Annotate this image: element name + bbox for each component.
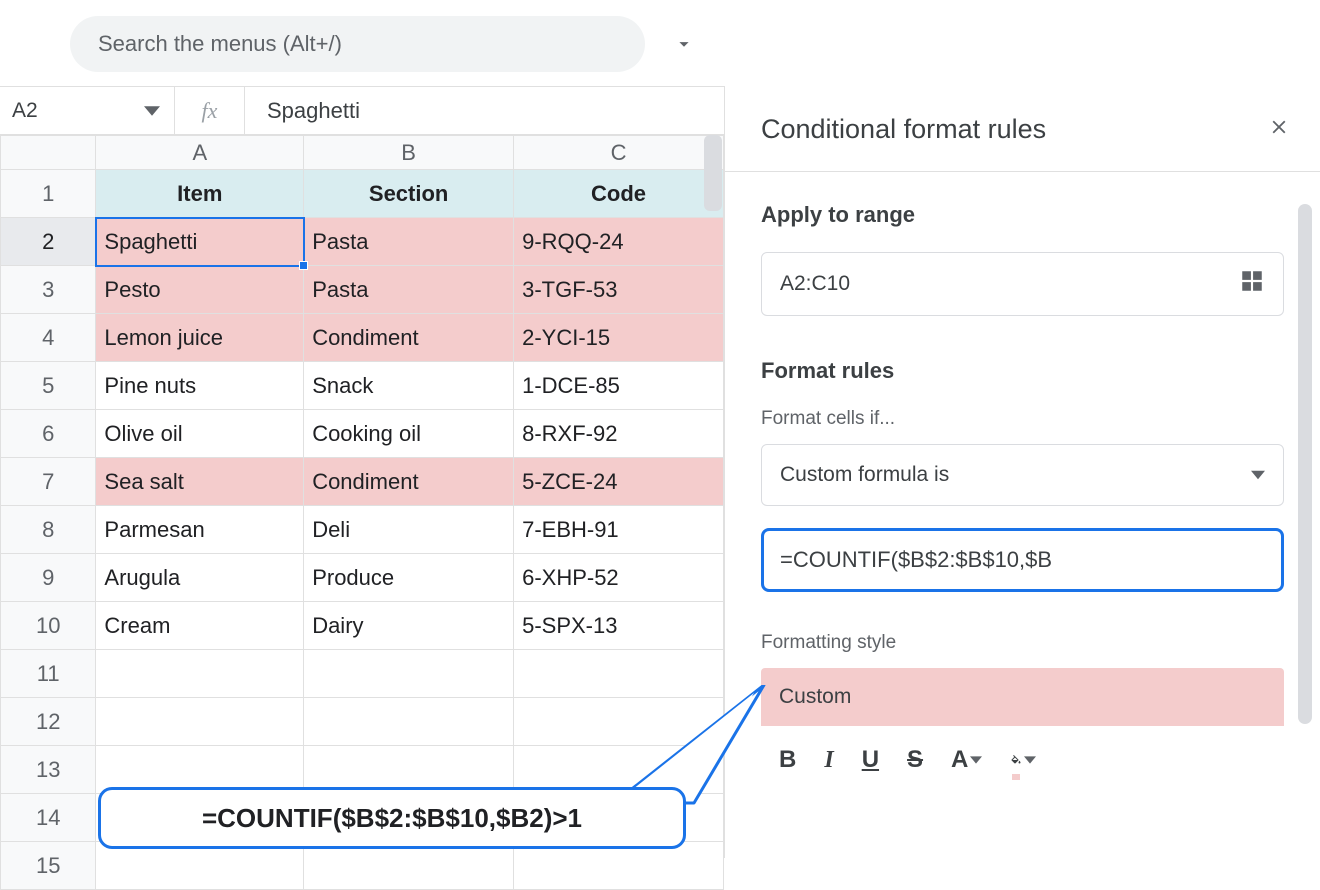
cell[interactable]: 3-TGF-53 bbox=[514, 266, 724, 314]
table-header-cell[interactable]: Code bbox=[514, 170, 724, 218]
cell[interactable]: Lemon juice bbox=[96, 314, 304, 362]
chevron-down-icon bbox=[1251, 468, 1265, 482]
fill-color-swatch bbox=[1012, 774, 1020, 780]
row-header[interactable]: 5 bbox=[1, 362, 96, 410]
text-color-button[interactable]: A bbox=[951, 746, 982, 774]
cell[interactable]: 5-SPX-13 bbox=[514, 602, 724, 650]
custom-formula-value: =COUNTIF($B$2:$B$10,$B bbox=[780, 547, 1052, 573]
cell[interactable] bbox=[96, 698, 304, 746]
row-header[interactable]: 12 bbox=[1, 698, 96, 746]
table-header-cell[interactable]: Item bbox=[96, 170, 304, 218]
cell[interactable]: Sea salt bbox=[96, 458, 304, 506]
menu-search[interactable]: Search the menus (Alt+/) bbox=[70, 16, 645, 72]
cell[interactable]: Pesto bbox=[96, 266, 304, 314]
apply-range-label: Apply to range bbox=[761, 202, 1284, 228]
row-header[interactable]: 8 bbox=[1, 506, 96, 554]
strikethrough-button[interactable]: S bbox=[907, 746, 923, 774]
row-header[interactable]: 10 bbox=[1, 602, 96, 650]
italic-button[interactable]: I bbox=[824, 747, 833, 774]
select-range-button[interactable] bbox=[1239, 268, 1265, 300]
cell[interactable] bbox=[304, 650, 514, 698]
apply-range-value: A2:C10 bbox=[780, 272, 850, 296]
chevron-down-icon bbox=[144, 103, 160, 119]
close-icon bbox=[1268, 116, 1290, 138]
row-header[interactable]: 3 bbox=[1, 266, 96, 314]
condition-value: Custom formula is bbox=[780, 463, 949, 487]
formatting-style-label: Formatting style bbox=[761, 632, 1284, 654]
row-header[interactable]: 4 bbox=[1, 314, 96, 362]
col-header-B[interactable]: B bbox=[304, 136, 514, 170]
custom-formula-input[interactable]: =COUNTIF($B$2:$B$10,$B bbox=[761, 528, 1284, 592]
formula-bar: A2 fx Spaghetti bbox=[0, 87, 724, 135]
grid-icon bbox=[1239, 268, 1265, 294]
cell[interactable]: Pasta bbox=[304, 218, 514, 266]
cell[interactable]: Condiment bbox=[304, 458, 514, 506]
row-header[interactable]: 1 bbox=[1, 170, 96, 218]
panel-title: Conditional format rules bbox=[761, 114, 1046, 145]
close-panel-button[interactable] bbox=[1268, 116, 1290, 143]
name-box[interactable]: A2 bbox=[0, 87, 175, 134]
cell[interactable]: 5-ZCE-24 bbox=[514, 458, 724, 506]
fill-color-button[interactable] bbox=[1010, 746, 1036, 774]
formula-input[interactable]: Spaghetti bbox=[245, 98, 724, 124]
style-preview[interactable]: Custom bbox=[761, 668, 1284, 726]
cell[interactable]: Olive oil bbox=[96, 410, 304, 458]
cell[interactable] bbox=[304, 698, 514, 746]
row-header[interactable]: 6 bbox=[1, 410, 96, 458]
cell[interactable]: Parmesan bbox=[96, 506, 304, 554]
col-header-A[interactable]: A bbox=[96, 136, 304, 170]
cell[interactable]: 6-XHP-52 bbox=[514, 554, 724, 602]
chevron-down-icon bbox=[970, 754, 982, 766]
cell[interactable]: 7-EBH-91 bbox=[514, 506, 724, 554]
cell[interactable]: Pasta bbox=[304, 266, 514, 314]
bold-button[interactable]: B bbox=[779, 746, 796, 774]
row-header[interactable]: 15 bbox=[1, 842, 96, 890]
name-box-value: A2 bbox=[12, 99, 38, 123]
conditional-format-panel: Conditional format rules Apply to range … bbox=[724, 86, 1320, 858]
cell[interactable] bbox=[96, 650, 304, 698]
cell[interactable]: Cream bbox=[96, 602, 304, 650]
row-header[interactable]: 14 bbox=[1, 794, 96, 842]
format-cells-if-label: Format cells if... bbox=[761, 408, 1284, 430]
chevron-down-icon bbox=[673, 33, 695, 55]
row-header[interactable]: 9 bbox=[1, 554, 96, 602]
text-color-label: A bbox=[951, 746, 968, 774]
format-rules-label: Format rules bbox=[761, 358, 1284, 384]
callout-text: =COUNTIF($B$2:$B$10,$B2)>1 bbox=[202, 803, 582, 834]
vertical-scrollbar[interactable] bbox=[704, 135, 722, 211]
style-toolbar: B I U S A bbox=[761, 732, 1284, 774]
cell[interactable]: Snack bbox=[304, 362, 514, 410]
panel-scrollbar[interactable] bbox=[1298, 204, 1312, 724]
cell[interactable]: 8-RXF-92 bbox=[514, 410, 724, 458]
row-header[interactable]: 11 bbox=[1, 650, 96, 698]
cell[interactable]: Pine nuts bbox=[96, 362, 304, 410]
row-header[interactable]: 13 bbox=[1, 746, 96, 794]
condition-select[interactable]: Custom formula is bbox=[761, 444, 1284, 506]
row-header[interactable]: 7 bbox=[1, 458, 96, 506]
cell[interactable]: 9-RQQ-24 bbox=[514, 218, 724, 266]
cell[interactable]: Deli bbox=[304, 506, 514, 554]
style-preview-text: Custom bbox=[779, 685, 851, 709]
cell[interactable]: Cooking oil bbox=[304, 410, 514, 458]
apply-range-input[interactable]: A2:C10 bbox=[761, 252, 1284, 316]
col-header-C[interactable]: C bbox=[514, 136, 724, 170]
cell[interactable]: Produce bbox=[304, 554, 514, 602]
formula-callout: =COUNTIF($B$2:$B$10,$B2)>1 bbox=[98, 787, 686, 849]
chevron-down-icon bbox=[1024, 754, 1036, 766]
cell[interactable]: Spaghetti bbox=[96, 218, 304, 266]
menu-search-dropdown[interactable] bbox=[661, 21, 707, 67]
table-header-cell[interactable]: Section bbox=[304, 170, 514, 218]
menu-search-placeholder: Search the menus (Alt+/) bbox=[98, 31, 342, 57]
fill-color-icon bbox=[1010, 755, 1022, 767]
cell[interactable]: Dairy bbox=[304, 602, 514, 650]
fx-label: fx bbox=[175, 87, 245, 134]
cell[interactable]: 1-DCE-85 bbox=[514, 362, 724, 410]
cell[interactable]: Arugula bbox=[96, 554, 304, 602]
select-all-corner[interactable] bbox=[1, 136, 96, 170]
cell[interactable]: 2-YCI-15 bbox=[514, 314, 724, 362]
underline-button[interactable]: U bbox=[862, 746, 879, 774]
row-header[interactable]: 2 bbox=[1, 218, 96, 266]
cell[interactable]: Condiment bbox=[304, 314, 514, 362]
selection-handle[interactable] bbox=[299, 261, 308, 270]
